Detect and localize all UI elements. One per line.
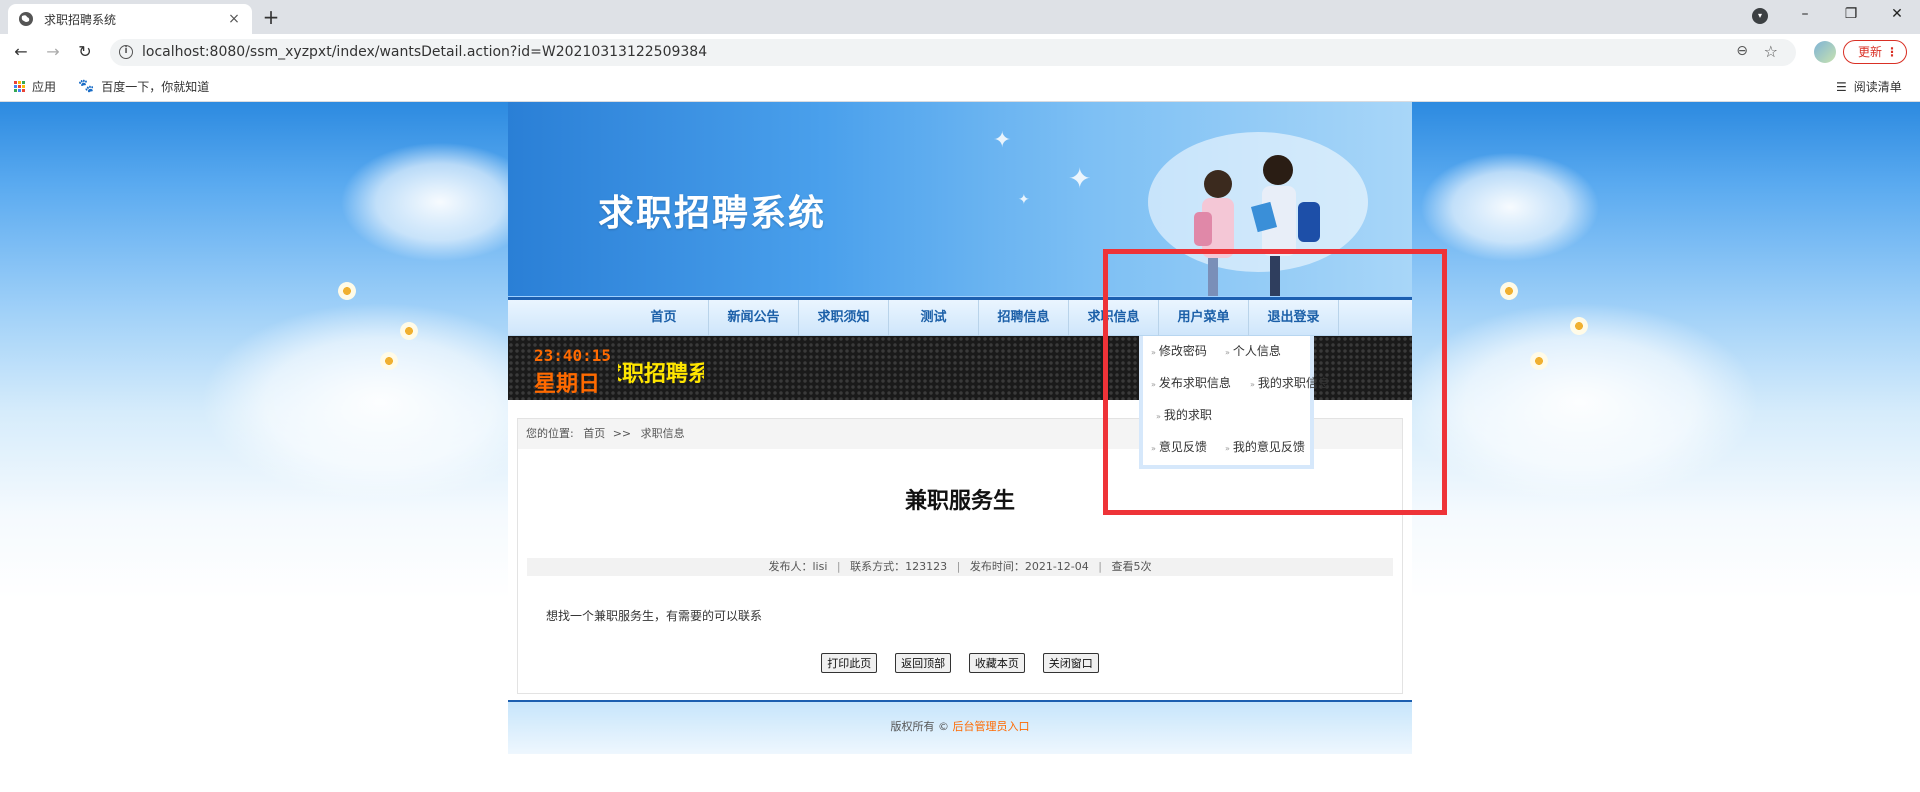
cloud-decoration — [1420, 152, 1600, 262]
breadcrumb-current[interactable]: 求职信息 — [641, 427, 685, 440]
footer-copyright: 版权所有 © — [890, 720, 950, 733]
apps-grid-icon — [14, 81, 25, 92]
post-publisher: 发布人：lisi — [768, 560, 828, 573]
clock-time: 23:40:15 — [534, 346, 612, 365]
profile-avatar[interactable] — [1814, 41, 1836, 63]
flower-decoration — [338, 282, 356, 300]
flower-decoration — [1530, 352, 1548, 370]
flower-decoration — [1500, 282, 1518, 300]
ticker-scroll-text: 求职招聘系统 — [618, 356, 704, 388]
globe-icon — [19, 12, 33, 26]
reading-list-label: 阅读清单 — [1853, 80, 1902, 94]
nav-news[interactable]: 新闻公告 — [709, 300, 799, 336]
cloud-decoration — [200, 302, 560, 502]
zoom-icon[interactable]: ⊖ — [1736, 43, 1748, 59]
sparkle-decoration: ✦ — [1018, 192, 1030, 208]
site-title: 求职招聘系统 — [598, 193, 827, 234]
site-info-icon[interactable]: i — [119, 45, 133, 59]
baidu-paw-icon: 🐾 — [78, 79, 95, 94]
breadcrumb-home[interactable]: 首页 — [583, 427, 605, 440]
meta-separator: | — [836, 560, 841, 573]
minimize-button[interactable]: – — [1782, 0, 1828, 30]
forward-button[interactable]: → — [40, 40, 66, 64]
back-to-top-button[interactable]: 返回顶部 — [895, 653, 952, 673]
post-date: 发布时间：2021-12-04 — [969, 560, 1089, 573]
reading-list-icon: ☰ — [1836, 79, 1847, 94]
close-window-page-button[interactable]: 关闭窗口 — [1042, 653, 1099, 673]
post-meta: 发布人：lisi | 联系方式：123123 | 发布时间：2021-12-04… — [527, 558, 1393, 576]
bookmark-label: 百度一下，你就知道 — [101, 80, 210, 94]
back-button[interactable]: ← — [8, 40, 34, 64]
flower-decoration — [400, 322, 418, 340]
more-menu-icon: ⋮ — [1886, 45, 1898, 59]
meta-separator: | — [956, 560, 961, 573]
nav-job-guide[interactable]: 求职须知 — [799, 300, 889, 336]
flower-decoration — [380, 352, 398, 370]
url-text[interactable]: localhost:8080/ssm_xyzpxt/index/wantsDet… — [142, 44, 707, 60]
nav-test[interactable]: 测试 — [889, 300, 979, 336]
bookmark-apps[interactable]: 应用 — [14, 78, 56, 95]
new-tab-button[interactable]: + — [258, 4, 284, 30]
bookmark-baidu[interactable]: 🐾 百度一下，你就知道 — [78, 78, 209, 95]
bookmark-star-icon[interactable]: ☆ — [1764, 42, 1778, 61]
post-contact: 联系方式：123123 — [850, 560, 948, 573]
flower-decoration — [1570, 317, 1588, 335]
tab-search-icon[interactable]: ▾ — [1752, 8, 1768, 24]
restore-button[interactable]: ❐ — [1828, 0, 1874, 30]
page-background: ✦ ✦ ✦ 求职招聘系统 首页 新闻公告 求职须知 测试 招聘信息 求职信息 用… — [0, 102, 1920, 792]
bookmarks-bar: 应用 🐾 百度一下，你就知道 ☰ 阅读清单 — [0, 70, 1920, 102]
ticker-text: 求职招聘系统 — [618, 362, 704, 387]
sparkle-decoration: ✦ — [1068, 162, 1092, 195]
tab-close-icon[interactable]: × — [226, 11, 242, 27]
browser-toolbar: ← → ↻ i localhost:8080/ssm_xyzpxt/index/… — [0, 34, 1920, 70]
bookmark-label: 应用 — [32, 80, 57, 94]
post-content: 想找一个兼职服务生，有需要的可以联系 — [546, 609, 763, 623]
clock-weekday: 星期日 — [534, 372, 601, 397]
update-label: 更新 — [1858, 45, 1883, 59]
highlight-box — [1103, 249, 1447, 515]
admin-entry-link[interactable]: 后台管理员入口 — [953, 720, 1030, 733]
nav-home[interactable]: 首页 — [619, 300, 709, 336]
browser-tab[interactable]: 求职招聘系统 × — [8, 4, 252, 34]
site-footer: 版权所有 © 后台管理员入口 — [508, 700, 1412, 754]
post-actions: 打印此页 返回顶部 收藏本页 关闭窗口 — [518, 653, 1402, 673]
tab-title: 求职招聘系统 — [44, 12, 117, 27]
close-window-button[interactable]: ✕ — [1874, 0, 1920, 30]
update-button[interactable]: 更新 ⋮ — [1843, 40, 1907, 64]
print-button[interactable]: 打印此页 — [821, 653, 878, 673]
address-bar[interactable]: i localhost:8080/ssm_xyzpxt/index/wantsD… — [110, 39, 1796, 66]
breadcrumb-prefix: 您的位置: — [526, 427, 574, 440]
reading-list[interactable]: ☰ 阅读清单 — [1836, 78, 1902, 95]
nav-recruitment[interactable]: 招聘信息 — [979, 300, 1069, 336]
browser-tab-strip: 求职招聘系统 × + ▾ – ❐ ✕ — [0, 0, 1920, 34]
breadcrumb-separator: >> — [612, 427, 632, 440]
favorite-button[interactable]: 收藏本页 — [968, 653, 1025, 673]
meta-separator: | — [1098, 560, 1102, 573]
sparkle-decoration: ✦ — [993, 128, 1012, 153]
reload-button[interactable]: ↻ — [72, 40, 98, 64]
post-views: 查看5次 — [1111, 560, 1152, 573]
